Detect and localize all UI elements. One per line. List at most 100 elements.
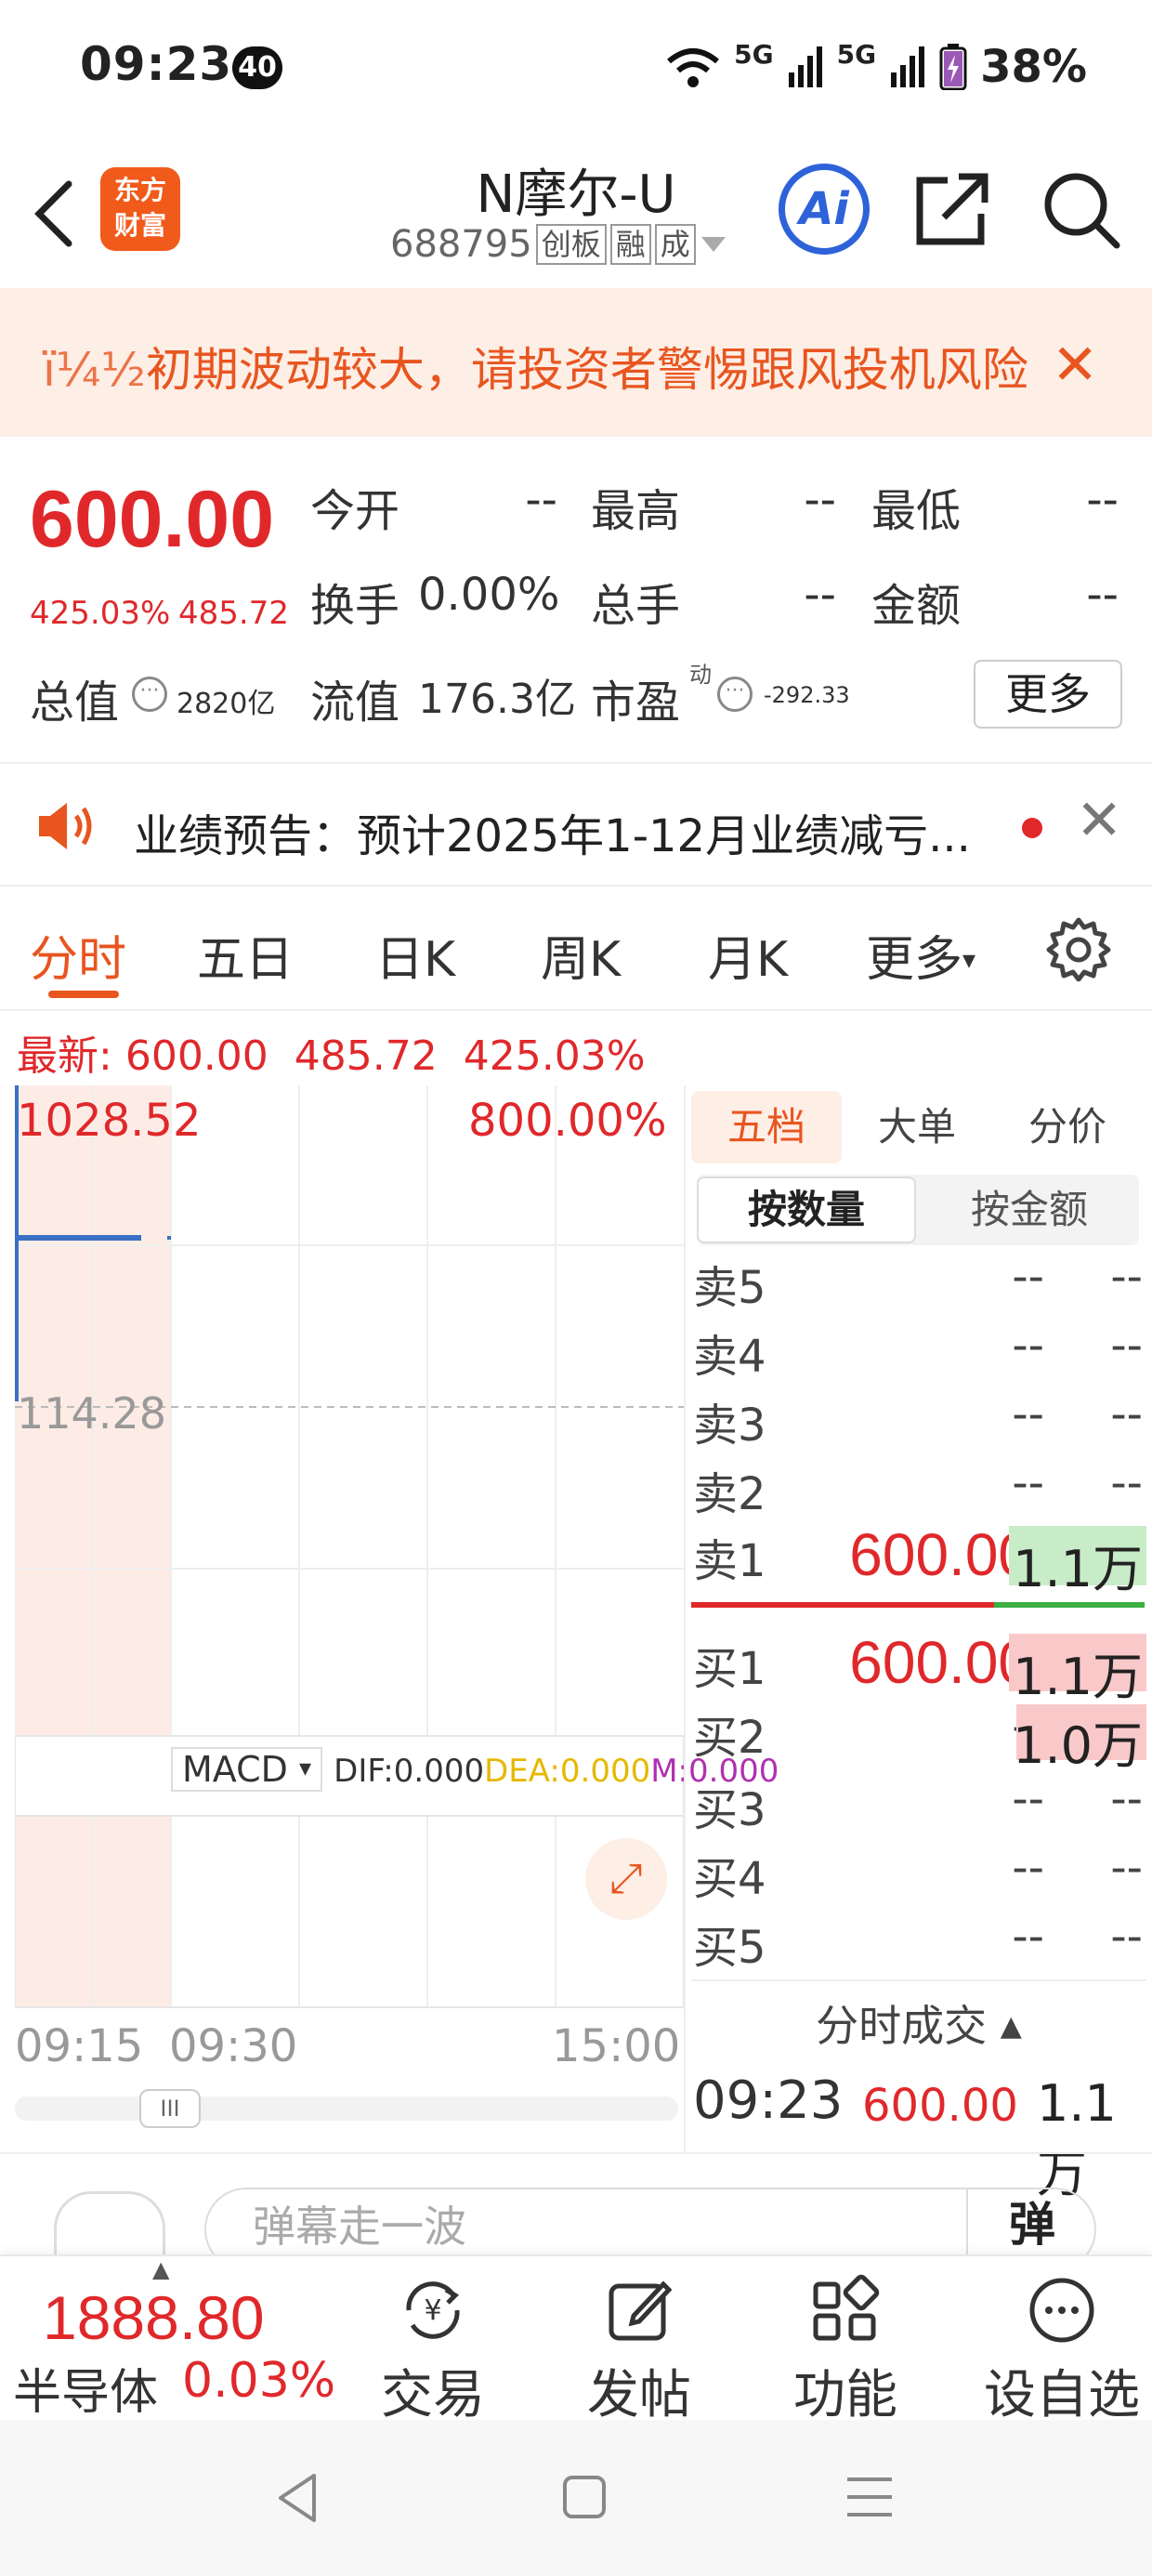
yen-cycle-icon: ¥	[406, 2281, 460, 2339]
chart-scroll-track[interactable]	[15, 2096, 678, 2121]
risk-warning-text: ï¼½初期波动较大，请投资者警惕跟风投机风险	[43, 343, 1028, 397]
intraday-trades-header[interactable]: 分时成交 ▲	[691, 1979, 1146, 2051]
turnover-label: 换手	[310, 580, 400, 632]
by-quantity-button[interactable]: 按数量	[697, 1176, 916, 1243]
buy-side-ratio-bar	[994, 1602, 1145, 1608]
time-label-open: 09:30	[169, 2020, 298, 2072]
buy-5-volume: --	[1110, 1911, 1143, 1963]
sector-change-percent: 0.03%	[182, 2353, 336, 2409]
buy-2-label: 买2	[693, 1712, 766, 1764]
open-value: --	[525, 474, 557, 526]
macd-indicator-bar: MACD ▾ DIF:0.000DEA:0.000M:0.000	[171, 1747, 779, 1792]
sell-2-volume: --	[1110, 1457, 1143, 1509]
chart-pct-max: 800.00%	[468, 1095, 667, 1147]
sell-3-volume: --	[1110, 1388, 1143, 1440]
orderbook-tabs: 五档 大单 分价	[691, 1091, 1145, 1169]
risk-warning-banner: ï¼½初期波动较大，请投资者警惕跟风投机风险 ✕	[0, 288, 1152, 437]
nav-functions[interactable]: 功能	[780, 2273, 910, 2428]
buy-5-row: 买5 -- --	[691, 1911, 1146, 1976]
quote-panel: 600.00 425.03% 485.72 今开 -- 最高 -- 最低 -- …	[0, 437, 1152, 762]
time-label-close: 15:00	[552, 2020, 681, 2072]
tab-indicator	[48, 991, 119, 998]
chart-tabs: 分时 五日 日K 周K 月K 更多▾	[0, 887, 1152, 1011]
edit-icon	[609, 2280, 673, 2341]
tab-intraday[interactable]: 分时	[30, 920, 126, 990]
macd-select[interactable]: MACD ▾	[171, 1747, 323, 1792]
buy-1-price: 600.00	[849, 1629, 1031, 1696]
stock-code: 688795	[390, 223, 532, 266]
tab-big-orders[interactable]: 大单	[842, 1091, 992, 1163]
collapse-caret-icon[interactable]: ▲	[152, 2256, 169, 2282]
gear-icon[interactable]	[1046, 916, 1111, 981]
tab-daily-k[interactable]: 日K	[375, 920, 455, 990]
high-value: --	[804, 474, 836, 526]
divider	[684, 1085, 686, 2152]
orderbook-unit-toggle: 按数量 按金额	[697, 1175, 1139, 1245]
announcement-bar[interactable]: 业绩预告：预计2025年1-12月业绩减亏... ✕	[0, 762, 1152, 887]
sell-2-label: 卖2	[693, 1468, 766, 1520]
comment-bar: 弹幕走一波 弹	[0, 2152, 1152, 2271]
nav-add-watchlist[interactable]: 设自选	[983, 2273, 1141, 2428]
nav-post-label: 发帖	[587, 2365, 691, 2425]
open-label: 今开	[310, 485, 400, 537]
pe-value: -292.33	[764, 682, 850, 708]
tab-more[interactable]: 更多▾	[866, 920, 975, 990]
mktcap-value: 2820亿	[177, 688, 276, 720]
stock-subtitle[interactable]: 688795 创板 融 成	[390, 223, 727, 266]
dropdown-triangle-icon	[700, 237, 726, 252]
sector-name[interactable]: 半导体	[13, 2353, 158, 2423]
pe-dynamic-mark: 动	[689, 662, 712, 688]
info-dots-icon[interactable]: ···	[132, 677, 167, 712]
tab-weekly-k[interactable]: 周K	[541, 920, 621, 990]
chart-prev-close: 114.28	[17, 1388, 166, 1439]
speaker-icon	[39, 803, 92, 849]
close-icon[interactable]: ✕	[1052, 333, 1098, 398]
close-icon[interactable]: ✕	[1076, 788, 1122, 853]
nav-add-watchlist-label: 设自选	[984, 2365, 1140, 2425]
low-value: --	[1086, 474, 1119, 526]
buy-1-label: 买1	[693, 1643, 766, 1695]
ai-button[interactable]: Ai	[779, 164, 870, 255]
tag-margin: 融	[609, 224, 651, 265]
chart-price-max: 1028.52	[17, 1095, 202, 1147]
share-icon[interactable]	[910, 167, 994, 251]
tab-five-levels[interactable]: 五档	[691, 1091, 842, 1163]
low-label: 最低	[871, 485, 962, 537]
sell-4-volume: --	[1110, 1320, 1143, 1372]
time-label-start: 09:15	[15, 2020, 144, 2072]
volume-label: 总手	[591, 580, 681, 632]
trade-time: 09:23	[693, 2070, 844, 2131]
tab-price-distribution[interactable]: 分价	[992, 1091, 1143, 1163]
buy-3-row: 买3 -- --	[691, 1773, 1146, 1838]
battery-percent: 38%	[980, 41, 1087, 93]
system-home-icon[interactable]	[561, 2474, 608, 2520]
amount-value: --	[1086, 569, 1119, 621]
notification-badge: 40	[232, 46, 282, 89]
system-menu-icon[interactable]	[844, 2474, 896, 2520]
grid-apps-icon	[813, 2274, 880, 2341]
float-value: 176.3亿	[418, 676, 576, 723]
system-back-icon[interactable]	[275, 2472, 321, 2524]
expand-up-icon: ▲	[1000, 2010, 1022, 2043]
chart-scroll-handle[interactable]: III	[139, 2089, 201, 2128]
sell-5-label: 卖5	[693, 1262, 766, 1314]
by-amount-button[interactable]: 按金额	[920, 1176, 1139, 1243]
sell-3-price: --	[1012, 1388, 1044, 1440]
nav-post[interactable]: 发帖	[574, 2273, 704, 2428]
tab-monthly-k[interactable]: 月K	[708, 920, 788, 990]
expand-icon[interactable]: ⤢	[585, 1838, 667, 1920]
nav-trade[interactable]: ¥ 交易	[368, 2273, 498, 2428]
turnover-value: 0.00%	[418, 569, 560, 621]
more-button[interactable]: 更多	[974, 660, 1122, 729]
buy-4-row: 买4 -- --	[691, 1842, 1146, 1907]
tag-board: 创板	[535, 224, 607, 265]
sector-index-value[interactable]: 1888.80	[43, 2282, 265, 2353]
buy-2-row: 买2 -- 1.0万	[691, 1701, 1146, 1775]
buy-1-volume: 1.1万	[1013, 1648, 1143, 1706]
tab-five-day[interactable]: 五日	[197, 920, 294, 990]
search-icon[interactable]	[1039, 167, 1122, 251]
bottom-nav: ▲ 1888.80 半导体 0.03% ¥ 交易 发帖 功能 设自选	[0, 2254, 1152, 2425]
pe-label: 市盈	[591, 677, 681, 729]
battery-icon	[939, 44, 967, 90]
info-dots-icon-2[interactable]: ···	[717, 677, 753, 712]
